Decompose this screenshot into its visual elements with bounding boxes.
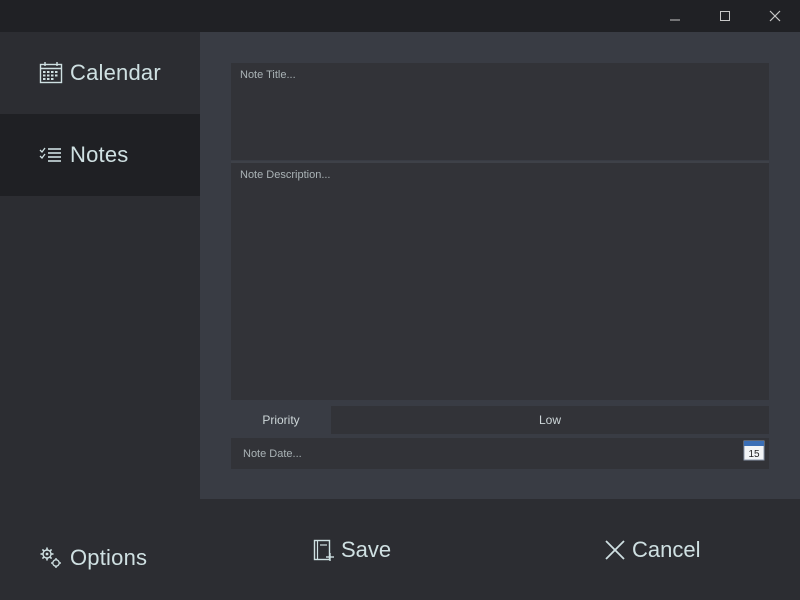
- close-button[interactable]: [752, 0, 798, 32]
- save-book-icon: [312, 538, 336, 562]
- options-label: Options: [70, 545, 148, 570]
- priority-label: Priority: [262, 413, 300, 427]
- note-date-field[interactable]: [231, 438, 769, 469]
- sidebar-item-calendar[interactable]: Calendar: [0, 32, 200, 114]
- note-title-field[interactable]: [231, 63, 769, 160]
- note-editor-panel: Priority Low 15: [200, 32, 800, 499]
- sidebar-item-label: Calendar: [70, 60, 161, 85]
- checklist-icon: [39, 143, 63, 167]
- sidebar: Calendar Notes Options: [0, 32, 200, 600]
- maximize-icon: [720, 11, 730, 21]
- note-description-field[interactable]: [231, 163, 769, 400]
- minimize-button[interactable]: [652, 0, 698, 32]
- minimize-icon: [670, 19, 680, 21]
- priority-dropdown[interactable]: Low: [331, 406, 769, 434]
- close-icon: [769, 10, 781, 22]
- date-picker-button[interactable]: 15: [743, 439, 765, 461]
- maximize-button[interactable]: [702, 0, 748, 32]
- gears-icon: [39, 546, 63, 570]
- calendar-day-number: 15: [748, 449, 760, 460]
- note-title-input[interactable]: [231, 63, 769, 160]
- title-bar: [0, 0, 800, 32]
- note-date-input[interactable]: [231, 438, 769, 469]
- save-button[interactable]: Save: [312, 532, 391, 568]
- sidebar-item-options[interactable]: Options: [0, 517, 200, 599]
- sidebar-item-label: Notes: [70, 142, 129, 167]
- cancel-button[interactable]: Cancel: [603, 532, 700, 568]
- calendar-icon: [39, 61, 63, 85]
- cancel-label: Cancel: [632, 537, 701, 562]
- app-window: Calendar Notes Options Note Title... Not…: [0, 0, 800, 600]
- sidebar-item-notes[interactable]: Notes: [0, 114, 200, 196]
- x-icon: [603, 538, 627, 562]
- note-description-input[interactable]: [231, 163, 769, 400]
- save-label: Save: [341, 537, 392, 562]
- calendar-day-icon: 15: [743, 440, 765, 461]
